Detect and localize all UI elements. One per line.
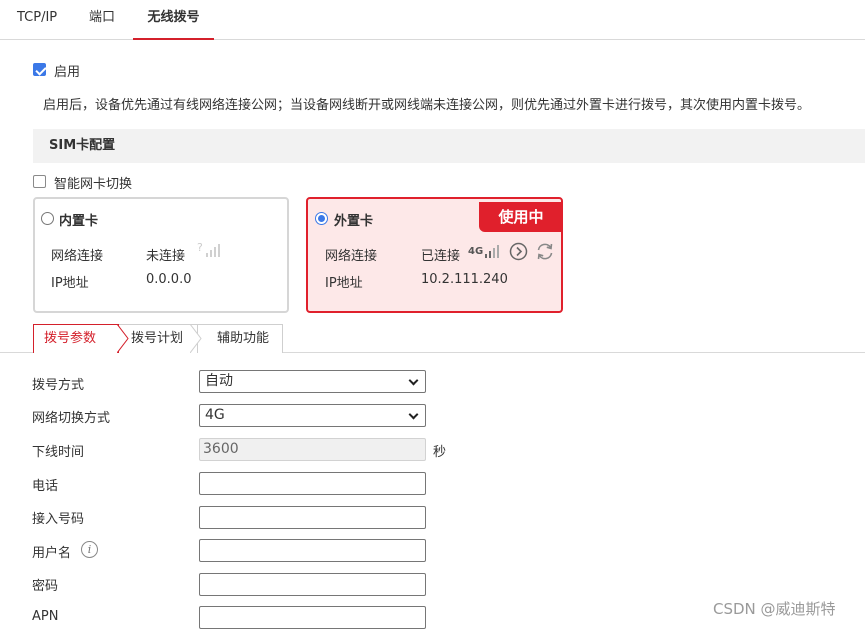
top-tab-bar: TCP/IP 端口 无线拨号	[0, 0, 865, 40]
outer-ip-value: 10.2.111.240	[421, 272, 508, 287]
tab-port[interactable]: 端口	[89, 0, 115, 40]
phone-input[interactable]	[199, 472, 426, 495]
disconnect-arrow-icon[interactable]	[509, 242, 528, 261]
signal-off-icon: ?	[197, 241, 220, 257]
tab-arrow-separator	[190, 324, 202, 353]
sim-config-header: SIM卡配置	[33, 129, 865, 163]
inner-ip-label: IP地址	[51, 276, 89, 291]
svg-text:?: ?	[197, 241, 203, 254]
apn-label: APN	[32, 609, 59, 624]
username-input[interactable]	[199, 539, 426, 562]
enable-description: 启用后，设备优先通过有线网络连接公网；当设备网线断开或网线端未连接公网，则优先通…	[43, 98, 811, 113]
access-number-label: 接入号码	[32, 512, 85, 527]
signal-4g-text: 4G	[468, 246, 484, 257]
outer-sim-card[interactable]: 外置卡 使用中 网络连接 已连接 4G IP地址 10.2.111.240	[306, 197, 563, 313]
outer-network-value: 已连接	[421, 249, 461, 264]
offline-time-label: 下线时间	[32, 445, 85, 460]
inner-sim-title: 内置卡	[59, 214, 99, 229]
enable-label: 启用	[54, 65, 81, 80]
outer-ip-label: IP地址	[325, 276, 363, 291]
refresh-icon[interactable]	[535, 242, 555, 261]
network-switch-label: 网络切换方式	[32, 411, 111, 426]
tab-tcpip[interactable]: TCP/IP	[17, 0, 57, 40]
network-switch-value: 4G	[205, 407, 225, 423]
tab-dial-plan[interactable]: 拨号计划	[118, 324, 198, 353]
enable-checkbox[interactable]	[33, 63, 46, 76]
smart-switch-label: 智能网卡切换	[54, 177, 133, 192]
tab-arrow-active	[117, 324, 129, 353]
in-use-badge: 使用中	[479, 202, 563, 232]
chevron-down-icon	[408, 409, 419, 420]
password-label: 密码	[32, 579, 59, 594]
tab-aux-functions[interactable]: 辅助功能	[192, 324, 283, 353]
dial-mode-label: 拨号方式	[32, 378, 85, 393]
outer-sim-radio[interactable]	[315, 212, 328, 225]
password-input[interactable]	[199, 573, 426, 596]
offline-time-unit: 秒	[433, 445, 447, 460]
dial-mode-select[interactable]: 自动	[199, 370, 426, 393]
inner-sim-card[interactable]: 内置卡 网络连接 未连接 ? IP地址 0.0.0.0	[33, 197, 289, 313]
tab-wireless-dial[interactable]: 无线拨号	[133, 0, 214, 40]
signal-4g-icon: 4G	[468, 241, 508, 261]
inner-network-value: 未连接	[146, 249, 186, 264]
dial-mode-value: 自动	[205, 373, 233, 389]
outer-sim-title: 外置卡	[334, 214, 374, 229]
sub-tab-bar: 辅助功能 拨号计划 拨号参数	[0, 324, 865, 353]
inner-sim-radio[interactable]	[41, 212, 54, 225]
username-label: 用户名	[32, 546, 72, 561]
info-icon[interactable]: i	[81, 541, 98, 558]
network-switch-select[interactable]: 4G	[199, 404, 426, 427]
inner-network-label: 网络连接	[51, 249, 104, 264]
access-number-input[interactable]	[199, 506, 426, 529]
inner-ip-value: 0.0.0.0	[146, 272, 192, 287]
outer-network-label: 网络连接	[325, 249, 378, 264]
watermark: CSDN @威迪斯特	[713, 600, 836, 618]
phone-label: 电话	[32, 479, 59, 494]
offline-time-input: 3600	[199, 438, 426, 461]
chevron-down-icon	[408, 375, 419, 386]
tab-dial-params[interactable]: 拨号参数	[33, 324, 119, 353]
smart-switch-checkbox[interactable]	[33, 175, 46, 188]
